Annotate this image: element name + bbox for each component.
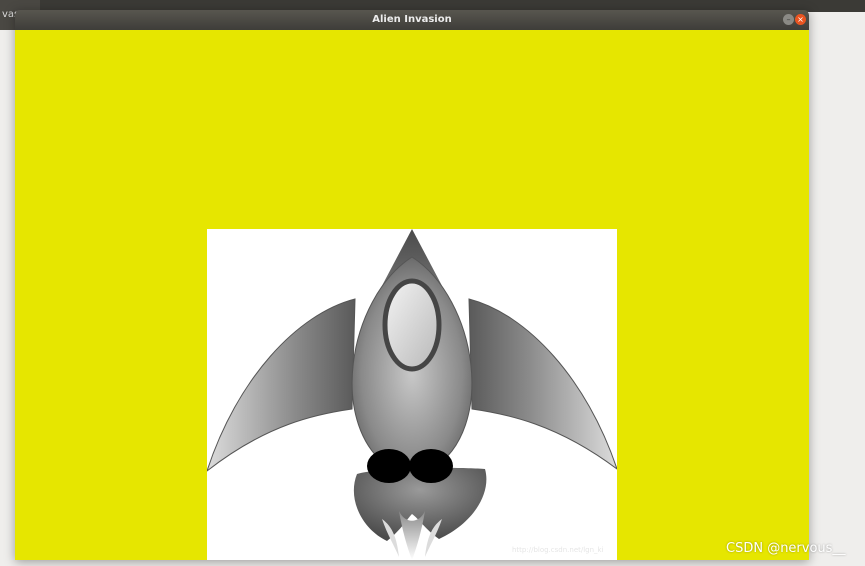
game-screen[interactable]: http://blog.csdn.net/lgn_ki	[15, 30, 809, 560]
window-titlebar[interactable]: Alien Invasion – ×	[15, 10, 809, 30]
minimize-button[interactable]: –	[783, 14, 794, 25]
csdn-watermark: CSDN @nervous__	[726, 541, 846, 556]
rocket-ship-icon	[207, 229, 617, 560]
image-watermark: http://blog.csdn.net/lgn_ki	[512, 546, 604, 554]
window-title: Alien Invasion	[372, 14, 452, 25]
app-window: Alien Invasion – × http://blog.csdn.net/…	[15, 10, 809, 560]
minimize-icon: –	[786, 15, 791, 24]
close-button[interactable]: ×	[795, 14, 806, 25]
close-icon: ×	[797, 15, 804, 24]
ship-sprite: http://blog.csdn.net/lgn_ki	[207, 229, 617, 560]
